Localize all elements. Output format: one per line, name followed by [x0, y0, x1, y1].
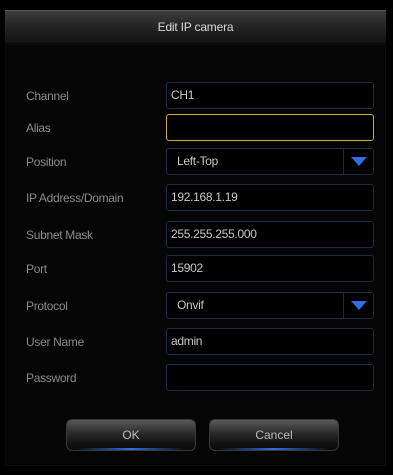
- protocol-label: Protocol: [26, 299, 68, 313]
- alias-row: Alias: [0, 114, 393, 142]
- user-name-value: admin: [171, 334, 203, 348]
- chevron-down-icon: [350, 301, 367, 310]
- edit-ip-camera-dialog: Edit IP camera Channel CH1 Alias Positio…: [0, 0, 393, 475]
- password-input[interactable]: [166, 364, 374, 391]
- ip-address-label: IP Address/Domain: [26, 191, 124, 205]
- user-name-row: User Name admin: [0, 328, 393, 356]
- position-value: Left-Top: [177, 154, 218, 168]
- port-label: Port: [26, 262, 47, 276]
- ok-button-label: OK: [122, 428, 140, 442]
- channel-field[interactable]: CH1: [166, 82, 374, 109]
- cancel-button-label: Cancel: [255, 428, 293, 442]
- channel-label: Channel: [26, 89, 69, 103]
- dialog-title: Edit IP camera: [157, 20, 234, 34]
- password-row: Password: [0, 364, 393, 392]
- ip-address-row: IP Address/Domain 192.168.1.19: [0, 184, 393, 212]
- ip-address-input[interactable]: 192.168.1.19: [166, 184, 374, 211]
- port-input[interactable]: 15902: [166, 255, 374, 282]
- subnet-mask-row: Subnet Mask 255.255.255.000: [0, 221, 393, 249]
- alias-label: Alias: [26, 121, 51, 135]
- user-name-label: User Name: [26, 335, 84, 349]
- password-label: Password: [26, 371, 77, 385]
- cancel-button[interactable]: Cancel: [209, 419, 339, 451]
- user-name-input[interactable]: admin: [166, 328, 374, 355]
- channel-row: Channel CH1: [0, 82, 393, 110]
- protocol-row: Protocol Onvif: [0, 292, 393, 320]
- position-label: Position: [26, 155, 67, 169]
- protocol-select[interactable]: Onvif: [166, 292, 374, 319]
- port-row: Port 15902: [0, 255, 393, 283]
- subnet-mask-label: Subnet Mask: [26, 228, 93, 242]
- subnet-mask-value: 255.255.255.000: [171, 227, 257, 241]
- protocol-dropdown-button[interactable]: [343, 293, 373, 318]
- alias-input[interactable]: [166, 114, 374, 141]
- ok-button[interactable]: OK: [66, 419, 196, 451]
- position-dropdown-button[interactable]: [343, 149, 373, 174]
- position-row: Position Left-Top: [0, 148, 393, 176]
- protocol-value: Onvif: [177, 298, 204, 312]
- chevron-down-icon: [350, 157, 367, 166]
- channel-value: CH1: [171, 88, 195, 102]
- position-select[interactable]: Left-Top: [166, 148, 374, 175]
- dialog-title-bar[interactable]: Edit IP camera: [5, 10, 386, 44]
- ip-address-value: 192.168.1.19: [171, 190, 238, 204]
- port-value: 15902: [171, 261, 203, 275]
- subnet-mask-input[interactable]: 255.255.255.000: [166, 221, 374, 248]
